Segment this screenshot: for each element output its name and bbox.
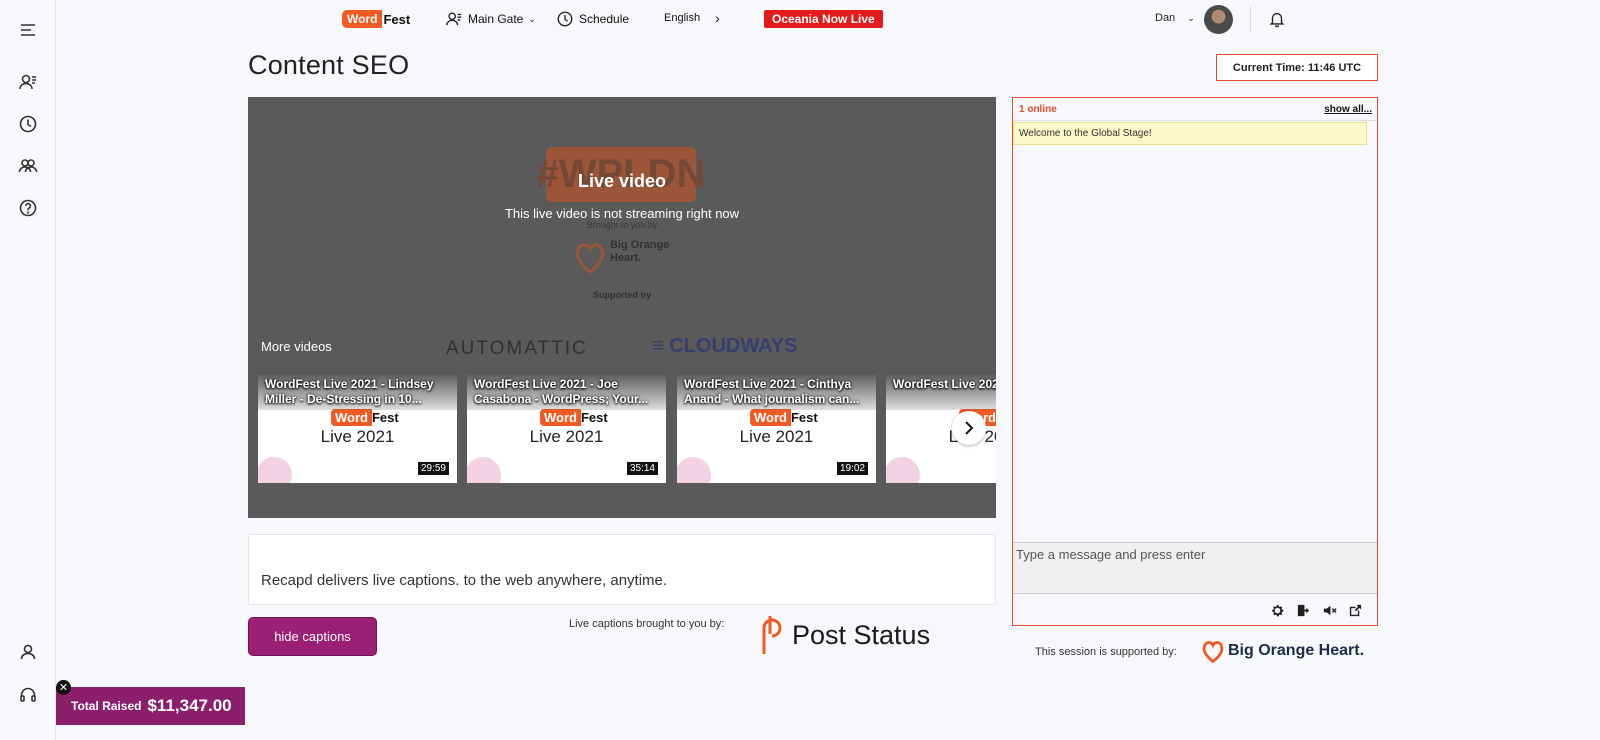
- logo-word: Word: [540, 409, 581, 426]
- video-thumbnail[interactable]: WordFest Live 2021 - Cinthya Anand - Wha…: [677, 372, 876, 483]
- logo-word: Word: [342, 10, 383, 28]
- live-now-badge[interactable]: Oceania Now Live: [764, 10, 883, 28]
- thumb-duration: 29:59: [417, 462, 449, 475]
- more-videos-label: More videos: [261, 339, 332, 354]
- schedule-link[interactable]: Schedule: [556, 10, 629, 28]
- divider: [1250, 6, 1251, 32]
- logo-word: Word: [750, 409, 791, 426]
- cloudways-logo: ≡ CLOUDWAYS: [652, 335, 798, 357]
- session-credit-label: This session is supported by:: [1035, 646, 1177, 658]
- current-time: Current Time: 11:46 UTC: [1216, 54, 1378, 81]
- chat-toolbar: [1269, 602, 1363, 618]
- thumb-live-label: Live 2021: [739, 427, 814, 446]
- wordfest-logo: WordFest: [331, 409, 399, 426]
- decor-circle: [467, 457, 501, 483]
- heart-icon: [1202, 641, 1224, 663]
- total-raised-amount: $11,347.00: [147, 696, 232, 715]
- chevron-down-icon: ⌄: [528, 13, 536, 24]
- headset-icon[interactable]: [14, 681, 42, 709]
- language-label: English: [664, 12, 701, 24]
- thumb-duration: 35:14: [626, 462, 658, 475]
- page-title: Content SEO: [248, 50, 410, 80]
- thumb-live-label: Live 2021: [320, 427, 395, 446]
- bell-icon[interactable]: [1268, 10, 1286, 33]
- speakers-icon[interactable]: [14, 68, 42, 96]
- main-gate-dropdown[interactable]: Main Gate ⌄: [445, 10, 536, 28]
- schedule-label: Schedule: [579, 12, 630, 26]
- decor-circle: [886, 457, 920, 483]
- logo-fest: Fest: [790, 410, 818, 425]
- video-thumbnail[interactable]: WordFest Live 2021 - Joe Casabona - Word…: [467, 372, 666, 483]
- top-bar: Word Fest Main Gate ⌄ Schedule English › …: [56, 0, 1600, 40]
- carousel-next-button[interactable]: [952, 411, 986, 445]
- left-rail: [0, 0, 56, 740]
- hide-captions-button[interactable]: hide captions: [248, 617, 377, 656]
- thumb-title: WordFest Live 2021 - Cinthya Anand - Wha…: [684, 377, 860, 406]
- people-icon[interactable]: [14, 152, 42, 180]
- wordfest-logo: WordFest: [540, 409, 608, 426]
- clock-icon: [557, 11, 573, 27]
- close-icon[interactable]: ✕: [56, 680, 71, 695]
- big-orange-heart-logo[interactable]: Big Orange Heart.: [1201, 639, 1364, 663]
- chat-input-area: [1013, 542, 1377, 594]
- clock-icon[interactable]: [14, 110, 42, 138]
- chat-panel: 1 online show all... Welcome to the Glob…: [1012, 97, 1378, 626]
- poster-heart-logo: Big Orange Heart.: [610, 239, 670, 264]
- gear-icon[interactable]: [1269, 602, 1285, 618]
- post-status-logo[interactable]: Post Status: [756, 614, 930, 656]
- user-name: Dan: [1155, 12, 1176, 24]
- total-raised-label: Total Raised: [71, 699, 142, 713]
- video-thumbnail[interactable]: WordFest Live 2021 - Lindsey Miller - De…: [258, 372, 457, 483]
- mute-icon[interactable]: [1321, 602, 1337, 618]
- live-video-title: Live video: [577, 171, 667, 191]
- logo-fest: Fest: [371, 410, 399, 425]
- help-icon[interactable]: [14, 194, 42, 222]
- decor-circle: [677, 457, 711, 483]
- chat-message-input[interactable]: [1013, 543, 1377, 593]
- logo-word: Word: [331, 409, 372, 426]
- captions-panel: Recapd delivers live captions. to the we…: [248, 534, 996, 605]
- thumb-title: WordFest Live 2021 - Joe Casabona - Word…: [474, 377, 649, 406]
- thumb-title: WordFest Live 2021 - Butterworth - Dig..…: [893, 377, 996, 391]
- thumb-duration: 19:02: [836, 462, 868, 475]
- wordfest-logo: WordFest: [750, 409, 818, 426]
- menu-icon[interactable]: [14, 16, 42, 44]
- thumb-live-label: Live 2021: [529, 427, 604, 446]
- caption-text: Recapd delivers live captions. to the we…: [261, 572, 668, 589]
- heart-icon: [575, 243, 605, 274]
- poster-brought-by: Brought to you by: [586, 220, 658, 230]
- chat-welcome-message: Welcome to the Global Stage!: [1013, 122, 1367, 145]
- divider: [1013, 120, 1377, 121]
- avatar[interactable]: [1204, 5, 1233, 34]
- video-carousel: WordFest Live 2021 - Lindsey Miller - De…: [258, 372, 996, 483]
- thumb-title: WordFest Live 2021 - Lindsey Miller - De…: [265, 377, 434, 406]
- chevron-down-icon: ⌄: [1187, 12, 1195, 23]
- exit-icon[interactable]: [1295, 602, 1311, 618]
- chevron-right-icon: ›: [715, 10, 720, 26]
- decor-circle: [258, 457, 292, 483]
- live-video-status: This live video is not streaming right n…: [504, 206, 740, 221]
- logo-fest: Fest: [580, 410, 608, 425]
- post-status-icon: [762, 616, 782, 654]
- language-selector[interactable]: English ›: [664, 10, 720, 26]
- cloudways-label: CLOUDWAYS: [669, 335, 798, 357]
- captions-credit-label: Live captions brought to you by:: [569, 618, 725, 630]
- popout-icon[interactable]: [1347, 602, 1363, 618]
- online-count: 1 online: [1019, 104, 1057, 115]
- total-raised-banner[interactable]: Total Raised $11,347.00: [56, 687, 245, 725]
- main-gate-label: Main Gate: [468, 12, 524, 26]
- automattic-logo: AUTOMATTIC: [446, 338, 588, 359]
- profile-icon[interactable]: [14, 638, 42, 666]
- show-all-link[interactable]: show all...: [1324, 104, 1372, 115]
- chevron-right-icon: [965, 421, 974, 435]
- big-orange-heart-label: Big Orange Heart.: [1228, 642, 1365, 659]
- user-menu[interactable]: Dan ⌄: [1155, 12, 1195, 24]
- poster-supported-by: Supported by: [593, 290, 651, 300]
- logo-fest: Fest: [383, 11, 411, 27]
- wordfest-logo[interactable]: Word Fest: [342, 9, 410, 29]
- post-status-label: Post Status: [792, 619, 931, 650]
- speakers-icon: [446, 12, 462, 26]
- video-player[interactable]: #WPLDN Brought to you by Big Orange Hear…: [248, 97, 996, 518]
